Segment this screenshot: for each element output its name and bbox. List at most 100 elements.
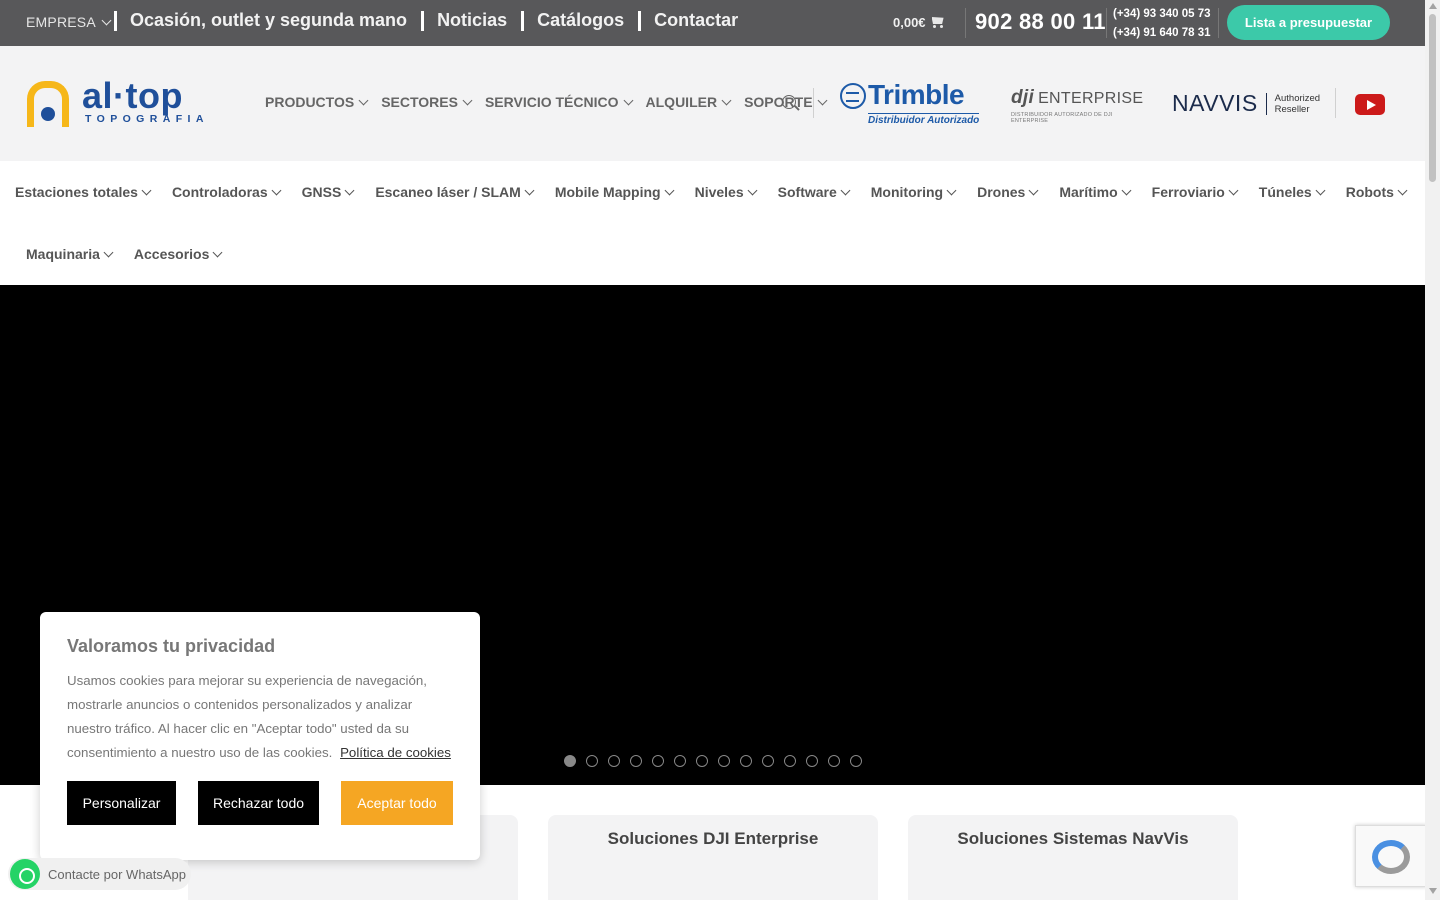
category-label: Estaciones totales [15,184,138,200]
category-accesorios[interactable]: Accesorios [134,246,223,262]
customize-button[interactable]: Personalizar [67,781,176,825]
category-monitoring[interactable]: Monitoring [871,184,957,200]
dji-brand: dji [1011,87,1035,108]
slider-dot-12[interactable] [806,755,818,767]
slider-dot-10[interactable] [762,755,774,767]
divider [521,10,525,31]
category-software[interactable]: Software [778,184,851,200]
slider-dot-4[interactable] [630,755,642,767]
category-row: Estaciones totales Controladoras GNSS Es… [15,184,1408,200]
slider-dots [564,755,862,767]
slider-dot-6[interactable] [674,755,686,767]
chevron-down-icon [1228,185,1239,195]
chevron-down-icon [524,185,535,195]
slider-dot-14[interactable] [850,755,862,767]
link-contactar[interactable]: Contactar [654,10,738,31]
nav-label: SECTORES [381,94,458,110]
solution-card-navvis[interactable]: Soluciones Sistemas NavVis [908,815,1238,900]
category-label: Marítimo [1059,184,1118,200]
category-maquinaria[interactable]: Maquinaria [26,246,114,262]
chevron-down-icon [141,185,152,195]
category-ferroviario[interactable]: Ferroviario [1152,184,1239,200]
navvis-sub-line: Authorized [1274,92,1321,104]
accept-all-button[interactable]: Aceptar todo [341,781,453,825]
link-ocasion[interactable]: Ocasión, outlet y segunda mano [130,10,407,31]
chevron-down-icon [817,95,827,105]
chevron-down-icon [623,95,633,105]
solution-card-dji[interactable]: Soluciones DJI Enterprise [548,815,878,900]
scrollbar[interactable] [1425,0,1440,900]
navvis-logo[interactable]: NAVVIS Authorized Reseller [1172,90,1320,117]
phone-barcelona[interactable]: (+34) 93 340 05 73 [1113,5,1211,24]
cookie-banner: Valoramos tu privacidad Usamos cookies p… [40,612,480,860]
chevron-down-icon [271,185,282,195]
whatsapp-button[interactable]: Contacte por WhatsApp [8,858,191,890]
category-label: Túneles [1258,184,1312,200]
slider-dot-9[interactable] [740,755,752,767]
slider-dot-5[interactable] [652,755,664,767]
chevron-down-icon [840,185,851,195]
trimble-subtitle: Distribuidor Autorizado [868,113,980,126]
quote-list-button[interactable]: Lista a presupuestar [1227,5,1390,40]
logo-subtitle: TOPOGRAFIA [85,113,209,125]
chevron-down-icon [1397,185,1408,195]
category-gnss[interactable]: GNSS [302,184,355,200]
reject-all-button[interactable]: Rechazar todo [198,781,319,825]
dji-enterprise-logo[interactable]: dji ENTERPRISE DISTRIBUIDOR AUTORIZADO DE… [1011,87,1143,124]
nav-label: PRODUCTOS [265,94,355,110]
chevron-down-icon [747,185,758,195]
cookie-title: Valoramos tu privacidad [67,636,276,656]
category-nav: Estaciones totales Controladoras GNSS Es… [0,161,1425,285]
category-robots[interactable]: Robots [1346,184,1408,200]
slider-dot-13[interactable] [828,755,840,767]
scrollbar-thumb[interactable] [1429,14,1436,182]
cookie-text: Usamos cookies para mejorar su experienc… [67,669,457,765]
trimble-name: Trimble [868,79,965,110]
dji-name: dji ENTERPRISE [1011,87,1143,109]
chevron-down-icon [1028,185,1039,195]
phone-main[interactable]: 902 88 00 11 [975,9,1106,35]
dji-subtitle: DISTRIBUIDOR AUTORIZADO DE DJI ENTERPRIS… [1011,112,1113,124]
cookie-policy-link[interactable]: Política de cookies [340,745,451,760]
slider-dot-7[interactable] [696,755,708,767]
altop-logo[interactable]: al·top TOPOGRAFIA [27,75,227,129]
youtube-icon[interactable] [1355,94,1385,115]
category-drones[interactable]: Drones [977,184,1039,200]
nav-label: SERVICIO TÉCNICO [484,94,619,110]
trimble-logo[interactable]: Trimble Distribuidor Autorizado [840,79,980,127]
chevron-down-icon [212,247,223,257]
recaptcha-icon [1372,840,1410,874]
recaptcha-badge[interactable] [1355,825,1427,887]
nav-servicio-tecnico[interactable]: SERVICIO TÉCNICO [484,94,633,110]
category-niveles[interactable]: Niveles [695,184,758,200]
link-catalogos[interactable]: Catálogos [537,10,624,31]
slider-dot-11[interactable] [784,755,796,767]
slider-dot-8[interactable] [718,755,730,767]
scroll-up-arrow-icon[interactable] [1429,3,1437,9]
phone-madrid[interactable]: (+34) 91 640 78 31 [1113,24,1211,43]
chevron-down-icon [946,185,957,195]
divider [421,10,425,31]
scroll-down-arrow-icon[interactable] [1429,888,1437,894]
navvis-name: NAVVIS [1172,90,1258,116]
cart-link[interactable]: 0,00€ [893,15,945,30]
nav-sectores[interactable]: SECTORES [381,94,473,110]
category-controladoras[interactable]: Controladoras [172,184,282,200]
search-icon[interactable] [782,95,796,109]
category-maritimo[interactable]: Marítimo [1059,184,1132,200]
category-mobile-mapping[interactable]: Mobile Mapping [555,184,675,200]
empresa-menu[interactable]: EMPRESA [26,14,112,30]
slider-dot-2[interactable] [586,755,598,767]
category-tuneles[interactable]: Túneles [1258,184,1326,200]
nav-alquiler[interactable]: ALQUILER [646,94,732,110]
slider-dot-1[interactable] [564,755,576,767]
category-estaciones-totales[interactable]: Estaciones totales [15,184,152,200]
nav-productos[interactable]: PRODUCTOS [265,94,369,110]
category-escaneo-laser[interactable]: Escaneo láser / SLAM [375,184,535,200]
category-label: Escaneo láser / SLAM [375,184,521,200]
slider-dot-3[interactable] [608,755,620,767]
chevron-down-icon [721,95,732,105]
link-noticias[interactable]: Noticias [437,10,507,31]
chevron-down-icon [344,185,355,195]
navvis-sub-line: Reseller [1274,103,1310,115]
